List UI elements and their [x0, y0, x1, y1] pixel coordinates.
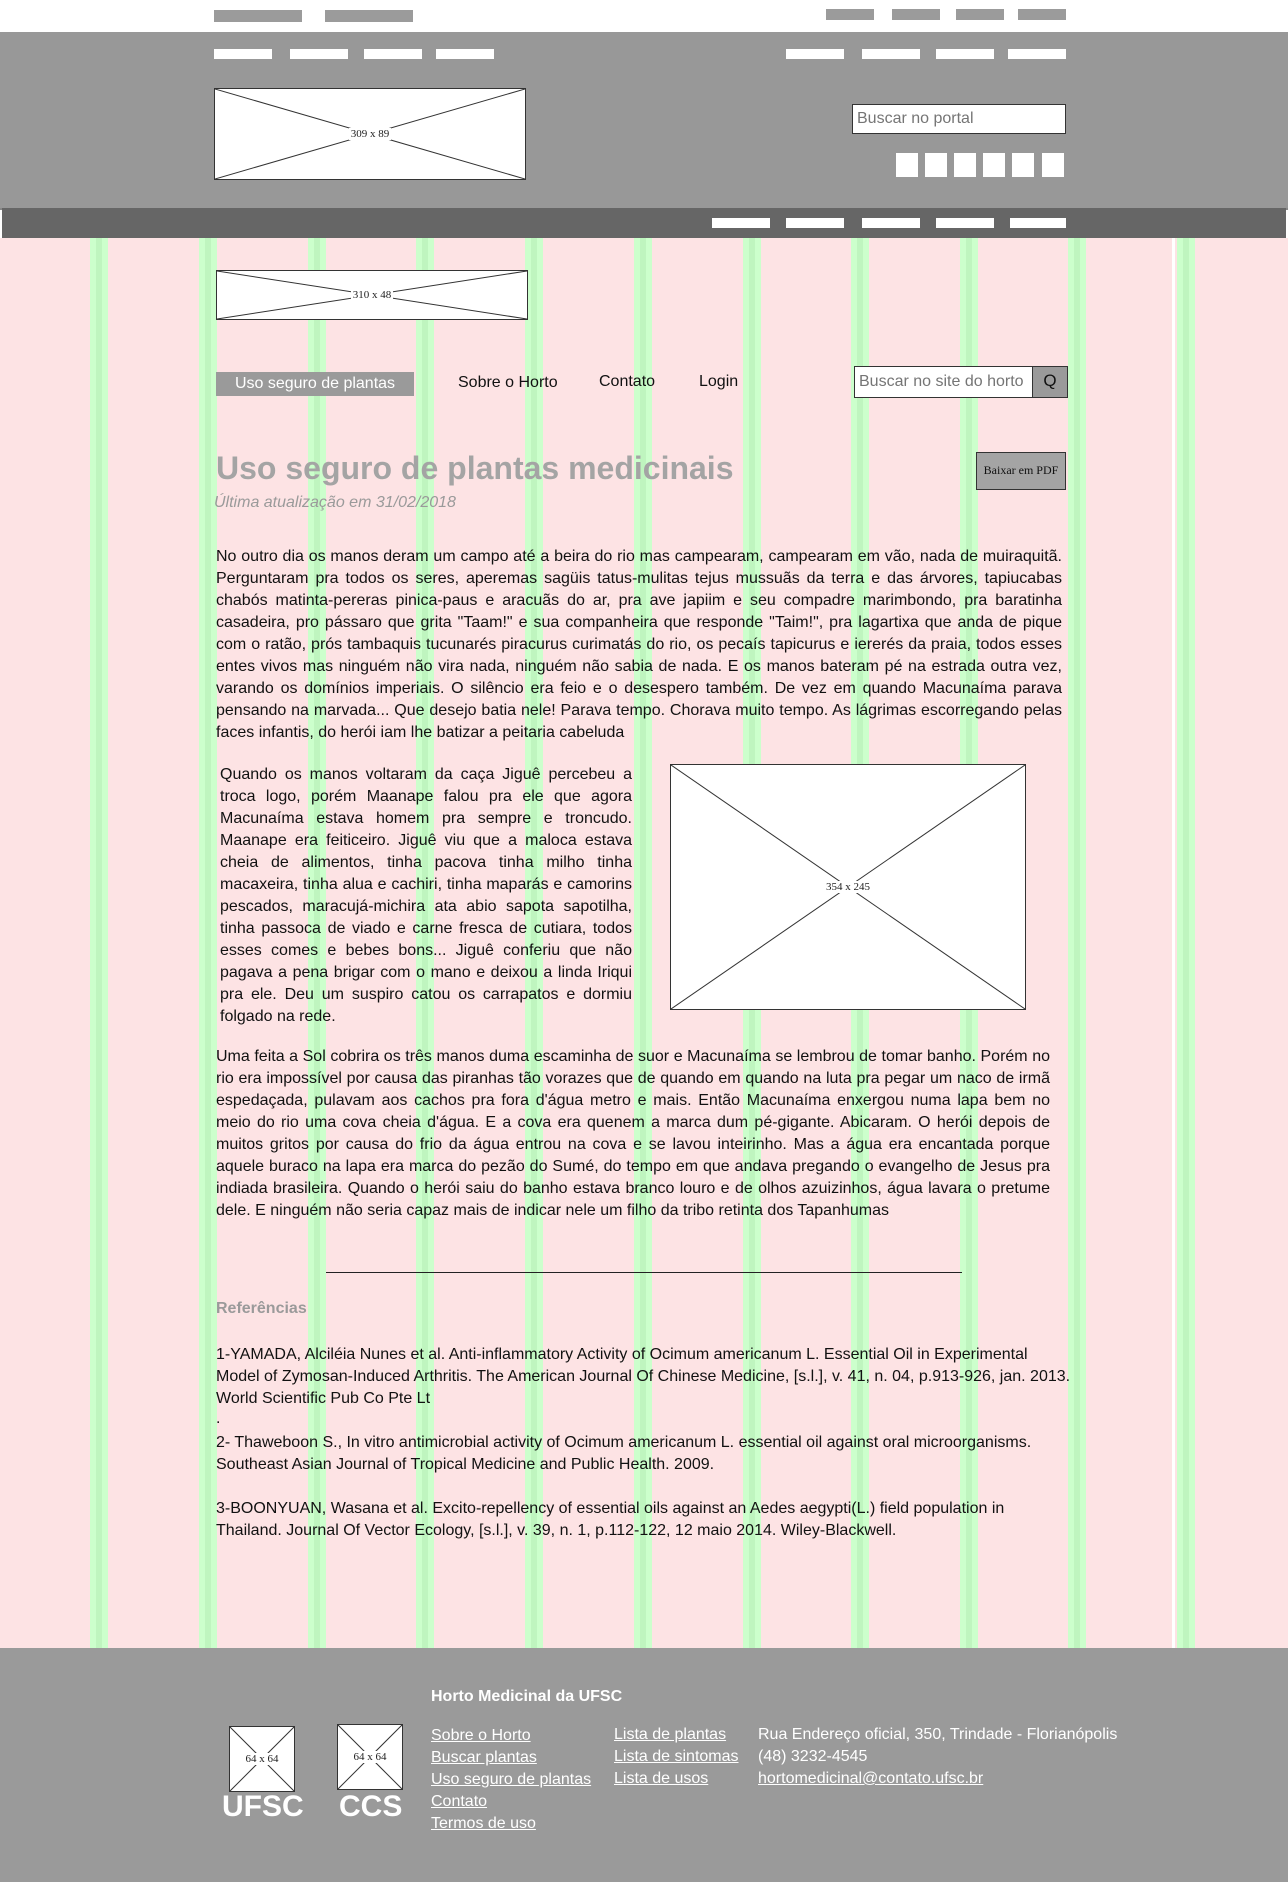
references-title: Referências — [216, 1300, 307, 1317]
header-link-placeholder[interactable] — [1008, 49, 1066, 59]
article-image-placeholder: 354 x 245 — [670, 764, 1026, 1010]
article-paragraph: Uma feita a Sol cobrira os três manos du… — [216, 1048, 1050, 1219]
social-icon[interactable] — [1012, 153, 1034, 177]
nav-link-placeholder[interactable] — [1010, 218, 1066, 228]
footer-link-sobre[interactable]: Sobre o Horto — [431, 1725, 531, 1747]
social-icon[interactable] — [896, 153, 918, 177]
site-search-input[interactable] — [854, 366, 1034, 398]
footer-link-buscar[interactable]: Buscar plantas — [431, 1747, 537, 1769]
search-button[interactable]: Q — [1032, 366, 1068, 398]
grid-column-guide — [90, 238, 108, 1648]
menu-item-uso-seguro[interactable]: Uso seguro de plantas — [216, 372, 414, 396]
footer-link-lista-sintomas[interactable]: Lista de sintomas — [614, 1746, 739, 1768]
footer-address: Rua Endereço oficial, 350, Trindade - Fl… — [758, 1726, 1118, 1743]
utility-link-placeholder[interactable] — [892, 9, 940, 20]
header-link-placeholder[interactable] — [862, 49, 920, 59]
page-title: Uso seguro de plantas medicinais — [216, 450, 734, 486]
social-icon[interactable] — [925, 153, 947, 177]
section-divider — [326, 1272, 962, 1273]
footer-link-lista-plantas[interactable]: Lista de plantas — [614, 1724, 726, 1746]
site-logo-placeholder[interactable]: 310 x 48 — [216, 270, 528, 320]
utility-link-placeholder[interactable] — [956, 9, 1004, 20]
utility-link-placeholder[interactable] — [214, 10, 302, 22]
grid-margin-line — [1172, 238, 1175, 1648]
article-paragraph: No outro dia os manos deram um campo até… — [216, 548, 1062, 741]
footer-heading: Horto Medicinal da UFSC — [431, 1688, 623, 1705]
social-icon[interactable] — [954, 153, 976, 177]
utility-link-placeholder[interactable] — [325, 10, 413, 22]
portal-nav-bar — [2, 208, 1286, 238]
placeholder-label: 309 x 89 — [348, 128, 392, 140]
menu-item-login[interactable]: Login — [699, 373, 738, 391]
footer-link-uso-seguro[interactable]: Uso seguro de plantas — [431, 1769, 591, 1791]
grid-column-guide — [199, 238, 217, 1648]
download-pdf-button[interactable]: Baixar em PDF — [976, 452, 1066, 490]
nav-link-placeholder[interactable] — [712, 218, 770, 228]
placeholder-label: 310 x 48 — [350, 289, 394, 301]
ufsc-badge: UFSC — [222, 1790, 304, 1823]
ufsc-logo-placeholder[interactable]: 64 x 64 — [229, 1726, 295, 1792]
ccs-logo-placeholder[interactable]: 64 x 64 — [337, 1724, 403, 1790]
footer-phone: (48) 3232-4545 — [758, 1748, 868, 1765]
ccs-badge: CCS — [339, 1790, 403, 1823]
header-link-placeholder[interactable] — [786, 49, 844, 59]
social-icon[interactable] — [1042, 153, 1064, 177]
nav-link-placeholder[interactable] — [786, 218, 844, 228]
portal-search-input[interactable] — [852, 104, 1066, 134]
reference-item: . — [216, 1410, 221, 1427]
reference-item: 1-YAMADA, Alciléia Nunes et al. Anti-inf… — [216, 1346, 1071, 1407]
article-paragraph: Quando os manos voltaram da caça Jiguê p… — [220, 766, 632, 1025]
portal-header — [0, 32, 1288, 210]
placeholder-label: 64 x 64 — [243, 1753, 281, 1765]
placeholder-label: 354 x 245 — [824, 881, 872, 893]
utility-link-placeholder[interactable] — [826, 9, 874, 20]
header-link-placeholder[interactable] — [290, 49, 348, 59]
header-link-placeholder[interactable] — [436, 49, 494, 59]
footer-email-link[interactable]: hortomedicinal@contato.ufsc.br — [758, 1768, 983, 1790]
menu-item-sobre[interactable]: Sobre o Horto — [458, 374, 558, 392]
nav-link-placeholder[interactable] — [862, 218, 920, 228]
footer-link-contato[interactable]: Contato — [431, 1791, 487, 1813]
grid-column-guide — [1177, 238, 1195, 1648]
top-utility-bar — [0, 0, 1288, 32]
last-updated: Última atualização em 31/02/2018 — [214, 494, 456, 511]
reference-item: 3-BOONYUAN, Wasana et al. Excito-repelle… — [216, 1500, 1005, 1539]
reference-item: 2- Thaweboon S., In vitro antimicrobial … — [216, 1434, 1032, 1473]
nav-link-placeholder[interactable] — [936, 218, 994, 228]
portal-logo-placeholder[interactable]: 309 x 89 — [214, 88, 526, 180]
placeholder-label: 64 x 64 — [351, 1751, 389, 1763]
footer-link-termos[interactable]: Termos de uso — [431, 1813, 536, 1835]
header-link-placeholder[interactable] — [364, 49, 422, 59]
header-link-placeholder[interactable] — [214, 49, 272, 59]
social-icon[interactable] — [983, 153, 1005, 177]
menu-item-contato[interactable]: Contato — [599, 373, 655, 391]
utility-link-placeholder[interactable] — [1018, 9, 1066, 20]
header-link-placeholder[interactable] — [936, 49, 994, 59]
footer-link-lista-usos[interactable]: Lista de usos — [614, 1768, 708, 1790]
